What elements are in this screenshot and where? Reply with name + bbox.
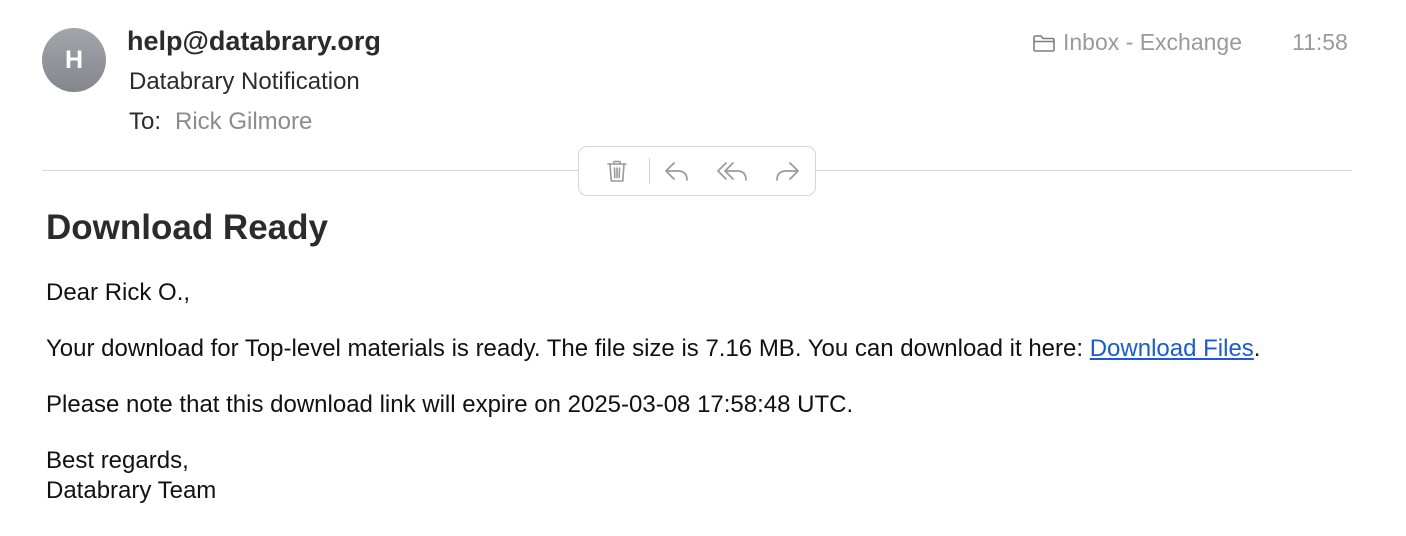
forward-button[interactable] <box>771 156 803 186</box>
received-time: 11:58 <box>1292 29 1348 55</box>
sender-avatar[interactable]: H <box>42 28 106 92</box>
toolbar-separator <box>649 158 650 184</box>
avatar-initial: H <box>64 45 84 74</box>
mailbox-label[interactable]: Inbox - Exchange <box>1032 29 1242 56</box>
message-heading: Download Ready <box>46 208 328 247</box>
mailbox-name: Inbox - Exchange <box>1063 29 1243 55</box>
recipient-name[interactable]: Rick Gilmore <box>175 108 312 135</box>
download-message: Your download for Top-level materials is… <box>46 334 1260 364</box>
to-label: To: <box>129 108 162 135</box>
forward-icon <box>776 162 799 181</box>
message-toolbar <box>578 146 816 196</box>
greeting-text: Dear Rick O., <box>46 279 191 306</box>
email-view: H help@databrary.org Databrary Notificat… <box>0 0 1406 536</box>
reply-all-icon <box>717 162 747 181</box>
download-files-link[interactable]: Download Files <box>1090 335 1254 362</box>
email-subject: Databrary Notification <box>129 68 360 95</box>
folder-icon <box>1033 34 1055 52</box>
signoff-text: Best regards, <box>46 447 189 474</box>
expiry-note: Please note that this download link will… <box>46 391 854 418</box>
recipient-line: To: Rick Gilmore <box>129 108 312 136</box>
reply-all-button[interactable] <box>715 156 751 186</box>
download-message-text: Your download for Top-level materials is… <box>46 335 1090 362</box>
sender-address[interactable]: help@databrary.org <box>127 26 381 57</box>
reply-icon <box>665 162 688 181</box>
reply-button[interactable] <box>661 156 693 186</box>
download-message-end: . <box>1253 335 1261 362</box>
delete-button[interactable] <box>601 156 633 186</box>
signature-block: Best regards, Databrary Team <box>46 446 216 506</box>
trash-icon <box>607 160 627 182</box>
signature-text: Databrary Team <box>46 477 217 504</box>
